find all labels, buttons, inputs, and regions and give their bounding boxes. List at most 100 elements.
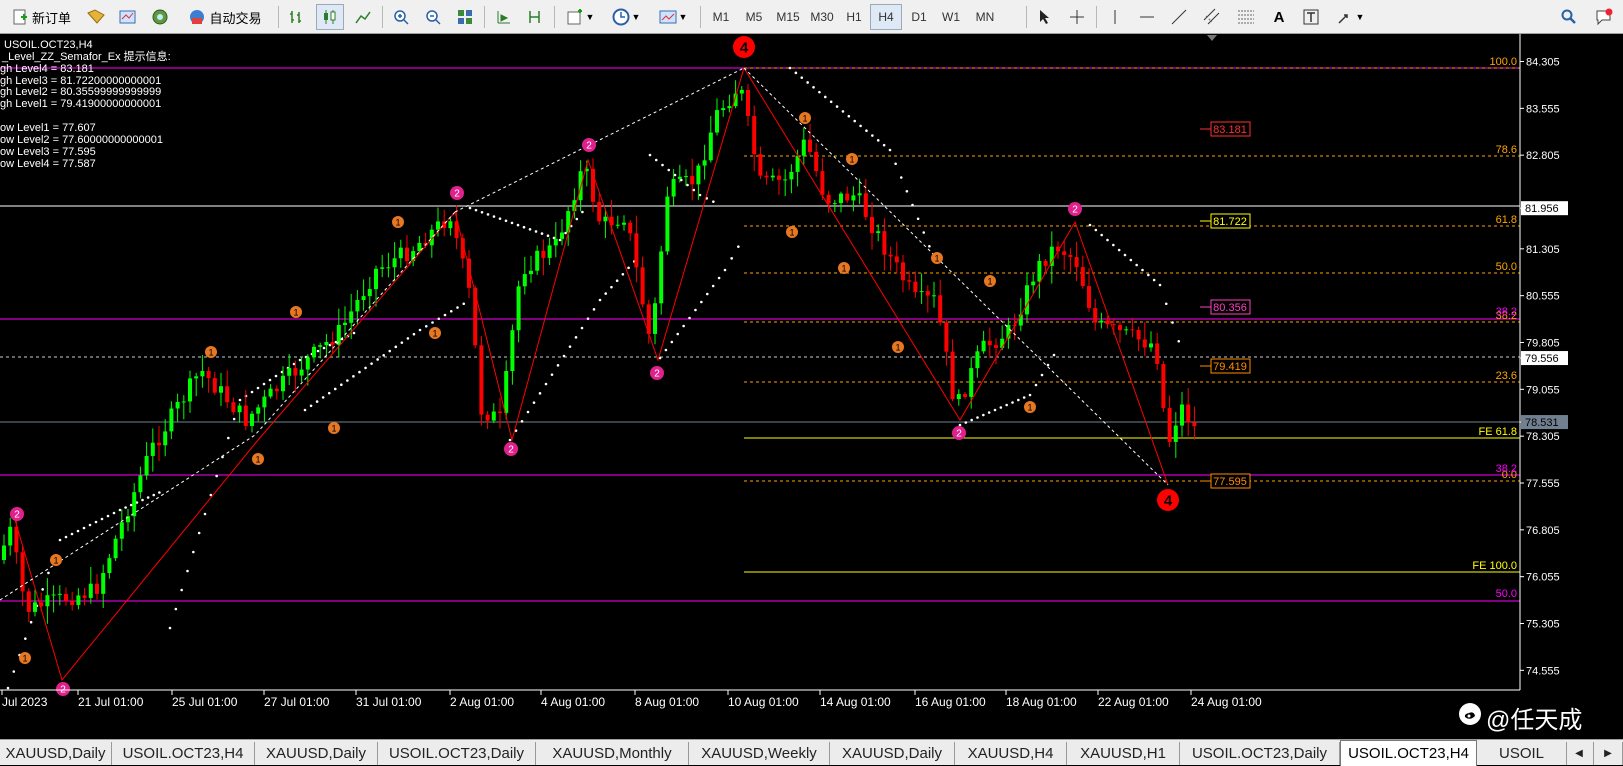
bull-candle [138,475,143,493]
templates-button[interactable]: ▼ [652,4,694,30]
bear-candle [764,175,769,178]
sar-dot [358,370,361,374]
fib-level-label: 100.0 [1489,56,1517,68]
auto-scroll-button[interactable] [490,4,516,30]
sar-dot [12,670,16,673]
sar-dot [552,236,556,240]
bear-candle [808,139,812,152]
timeframe-m30[interactable]: M30 [806,4,838,30]
sar-dot [538,392,542,395]
trendline-button[interactable] [1166,4,1192,30]
timeframe-h4[interactable]: H4 [870,4,902,30]
semafor-1-glyph: 1 [789,228,794,238]
chart-tab[interactable]: XAUUSD,Monthly [536,742,689,765]
chart-tab[interactable]: USOIL.OCT23,Daily [1180,742,1340,765]
line-chart-button[interactable] [350,4,376,30]
template-icon [659,8,677,26]
text-button[interactable]: A [1266,4,1292,30]
text-label-button[interactable] [1298,4,1324,30]
sar-dot [598,298,602,302]
new-order-button[interactable]: 新订单 [4,4,78,30]
sar-dot [82,526,86,530]
main-toolbar: 新订单 自动交易 ▼ ▼ ▼ M1 M5 M15 M30 H1 H4 D1 W1 MN A ▼ [0,0,1623,34]
fibonacci-button[interactable] [1232,4,1260,30]
sar-dot [370,362,373,365]
tile-windows-button[interactable] [452,4,478,30]
timeframe-h1[interactable]: H1 [840,4,868,30]
bear-candle [26,591,31,612]
zoom-out-button[interactable] [420,4,446,30]
chart-tab[interactable]: XAUUSD,H1 [1067,742,1180,765]
bull-candle [529,270,533,275]
bull-candle [1031,281,1036,286]
bar-chart-button[interactable] [284,4,310,30]
chart-tab[interactable]: USOIL.OCT23,H4 [1340,740,1477,766]
tab-scroll-right-icon[interactable]: ▶ [1594,742,1623,765]
bull-candle [336,324,341,345]
timeframe-w1[interactable]: W1 [936,4,966,30]
periods-button[interactable]: ▼ [606,4,646,30]
chat-button[interactable] [1590,4,1618,30]
bear-candle [1043,260,1048,266]
sar-dot [730,257,733,260]
bear-candle [987,340,992,346]
timeframe-d1[interactable]: D1 [904,4,934,30]
sar-dot [1040,373,1044,377]
timeframe-m5[interactable]: M5 [738,4,770,30]
bull-candle [237,405,242,413]
chart-tab[interactable]: XAUUSD,Daily [830,742,955,765]
vertical-line-button[interactable] [1102,4,1128,30]
equidistant-channel-button[interactable] [1198,4,1226,30]
sar-dot [610,285,613,289]
vertical-line-icon [1106,8,1124,26]
navigator-button[interactable] [147,4,173,30]
bear-candle [994,345,998,348]
fib-level-label: 23.6 [1496,370,1517,382]
arrows-button[interactable]: ▼ [1330,4,1370,30]
crosshair-button[interactable] [1064,4,1090,30]
sar-dot [574,336,578,339]
time-axis-label: 2 Aug 01:00 [450,695,514,709]
search-button[interactable] [1556,4,1582,30]
bull-candle [119,522,124,539]
cursor-button[interactable] [1032,4,1058,30]
candlestick-button[interactable] [316,4,344,30]
time-axis-label: 27 Jul 01:00 [264,695,330,709]
bull-candle [287,368,292,376]
bull-candle [1124,329,1129,331]
bear-candle [640,267,645,305]
bull-candle [1149,343,1153,348]
timeframe-m15[interactable]: M15 [772,4,804,30]
sar-dot [1052,353,1056,357]
sar-dot [717,276,721,280]
bull-candle [144,455,149,476]
sar-dot [592,308,596,311]
horizontal-line-button[interactable] [1134,4,1160,30]
chart-tab[interactable]: XAUUSD,Daily [0,742,112,765]
market-watch-button[interactable] [83,4,109,30]
bull-candle [88,583,93,598]
chart-shift-button[interactable] [522,4,548,30]
sar-dot [352,375,355,378]
bull-candle [1025,285,1029,315]
sar-dot [1028,393,1032,397]
bear-candle [225,386,230,403]
zoom-in-button[interactable] [388,4,414,30]
price-chart[interactable]: 100.078.661.850.038.223.60.0FE 61.8FE 10… [0,34,1623,739]
chart-tab[interactable]: USOIL.OCT23,Daily [378,742,536,765]
tab-scroll-left-icon[interactable]: ◀ [1565,742,1594,765]
data-window-button[interactable] [115,4,141,30]
auto-trade-button[interactable]: 自动交易 [180,4,270,30]
timeframe-m1[interactable]: M1 [706,4,736,30]
indicators-button[interactable]: ▼ [560,4,600,30]
timeframe-mn[interactable]: MN [968,4,1002,30]
chart-tab[interactable]: XAUUSD,Daily [255,742,378,765]
chart-tab[interactable]: USOIL.OCT23,H4 [112,742,255,765]
sar-dot [916,217,920,221]
trendline-icon [1170,8,1188,26]
chart-tab[interactable]: XAUUSD,Weekly [689,742,830,765]
chart-tab[interactable]: USOIL [1477,742,1567,765]
sar-dot [146,496,150,499]
chart-tab[interactable]: XAUUSD,H4 [955,742,1067,765]
sar-dot [812,85,815,89]
